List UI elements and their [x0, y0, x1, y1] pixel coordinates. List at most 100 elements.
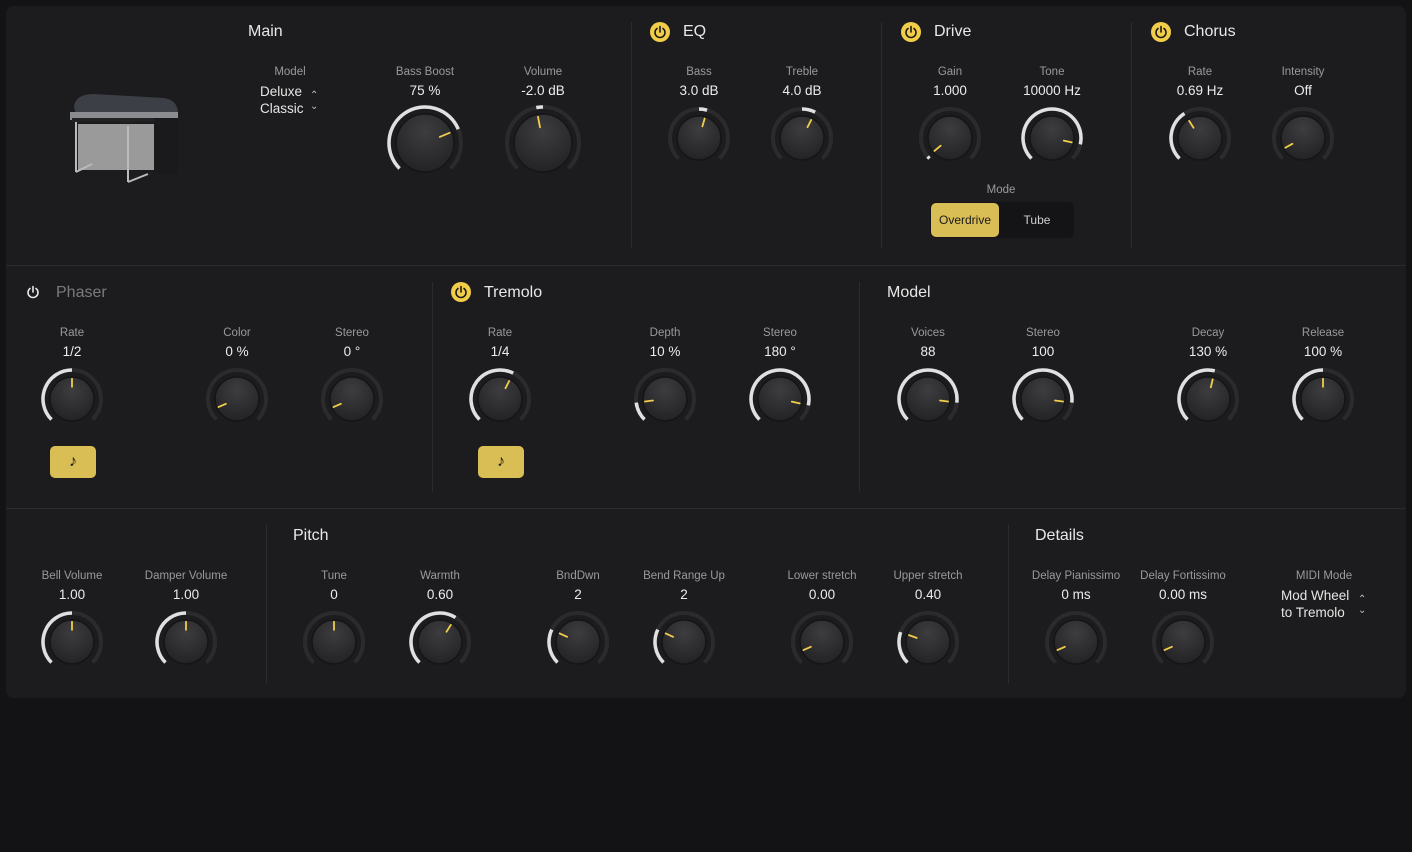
knob-value: 0.69 Hz [1176, 83, 1224, 98]
knob-label: Stereo [763, 327, 797, 339]
knob-body [905, 619, 951, 665]
knob-value: 0 ° [343, 344, 361, 359]
knob-dial[interactable] [1043, 609, 1109, 675]
knob-body [513, 113, 573, 173]
knob-body [477, 376, 523, 422]
knob-label: Lower stretch [787, 570, 857, 582]
knob-value: 10 % [649, 344, 681, 359]
divider [432, 282, 433, 492]
knob-dial[interactable] [1290, 366, 1356, 432]
knob-label: Treble [785, 66, 819, 78]
knob-value: 1/4 [490, 344, 510, 359]
knob-dial[interactable] [319, 366, 385, 432]
divider [6, 508, 1406, 509]
knob-dial[interactable] [917, 105, 983, 171]
eq-power-button[interactable] [650, 22, 670, 42]
knob-body [1020, 376, 1066, 422]
divider [6, 265, 1406, 266]
tremolo-power-button[interactable] [451, 282, 471, 302]
knob-dial[interactable] [1010, 366, 1076, 432]
section-title-chorus: Chorus [1184, 23, 1236, 40]
knob-dial[interactable] [301, 609, 367, 675]
chorus-rate-knob: Rate 0.69 Hz [1140, 66, 1260, 171]
section-title-model: Model [887, 284, 931, 301]
knob-dial[interactable] [204, 366, 270, 432]
knob-dial[interactable] [895, 609, 961, 675]
knob-label: Bass Boost [395, 66, 455, 78]
knob-dial[interactable] [153, 609, 219, 675]
knob-body [779, 115, 825, 161]
eq-treble-knob: Treble 4.0 dB [742, 66, 862, 171]
knob-dial[interactable] [1150, 609, 1216, 675]
knob-dial[interactable] [666, 105, 732, 171]
section-title-tremolo: Tremolo [484, 284, 543, 301]
eq-bass-knob: Bass 3.0 dB [639, 66, 759, 171]
power-icon [905, 25, 917, 39]
up-down-chevron-icon: ⌃ ⌄ [310, 90, 319, 112]
knob-label: Warmth [420, 570, 460, 582]
mode-tube-button[interactable]: Tube [1002, 203, 1072, 237]
section-title-phaser: Phaser [56, 284, 107, 301]
midi-mode-selector[interactable]: MIDI Mode Mod Wheel to Tremolo ⌃ ⌄ [1276, 570, 1376, 621]
knob-value: 180 ° [764, 344, 796, 359]
voices-knob: Voices 88 [868, 327, 988, 432]
knob-dial[interactable] [895, 366, 961, 432]
bell-volume-knob: Bell Volume 1.00 [12, 570, 132, 675]
knob-dial[interactable] [651, 609, 717, 675]
knob-dial[interactable] [407, 609, 473, 675]
tremolo-depth-knob: Depth 10 % [605, 327, 725, 432]
phaser-sync-button[interactable]: ♪ [50, 446, 96, 478]
knob-value: 1.00 [58, 587, 86, 602]
knob-dial[interactable] [747, 366, 813, 432]
knob-dial[interactable] [632, 366, 698, 432]
mode-segmented-control[interactable]: Overdrive Tube [930, 202, 1074, 238]
knob-body [1029, 115, 1075, 161]
knob-dial[interactable] [39, 366, 105, 432]
knob-body [642, 376, 688, 422]
tremolo-sync-button[interactable]: ♪ [478, 446, 524, 478]
knob-value: 0 [330, 587, 338, 602]
knob-dial[interactable] [1270, 105, 1336, 171]
knob-dial[interactable] [769, 105, 835, 171]
knob-dial[interactable] [1167, 105, 1233, 171]
knob-indicator [644, 399, 654, 403]
section-title-drive: Drive [934, 23, 972, 40]
knob-value: 10000 Hz [1023, 83, 1081, 98]
divider [859, 282, 860, 492]
power-icon [654, 25, 666, 39]
knob-dial[interactable] [39, 609, 105, 675]
note-icon: ♪ [69, 453, 77, 470]
chorus-intensity-knob: Intensity Off [1243, 66, 1363, 171]
model-selector[interactable]: Model Deluxe Classic ⌃ ⌄ [254, 66, 344, 117]
knob-dial[interactable] [467, 366, 533, 432]
tremolo-rate-knob: Rate 1/4 [440, 327, 560, 432]
knob-dial[interactable] [503, 103, 583, 183]
drive-power-button[interactable] [901, 22, 921, 42]
bend-up-knob: Bend Range Up 2 [624, 570, 744, 675]
knob-value: 2 [680, 587, 688, 602]
chorus-power-button[interactable] [1151, 22, 1171, 42]
knob-dial[interactable] [1019, 105, 1085, 171]
knob-body [1053, 619, 1099, 665]
power-icon [455, 285, 467, 299]
knob-dial[interactable] [1175, 366, 1241, 432]
knob-label: Stereo [1026, 327, 1060, 339]
knob-label: Bass [686, 66, 712, 78]
knob-label: Tune [321, 570, 347, 582]
knob-body [757, 376, 803, 422]
knob-dial[interactable] [789, 609, 855, 675]
section-title-main: Main [248, 23, 283, 40]
knob-value: 3.0 dB [679, 83, 719, 98]
mode-overdrive-button[interactable]: Overdrive [931, 203, 999, 237]
delay-fortissimo-knob: Delay Fortissimo 0.00 ms [1123, 570, 1243, 675]
knob-label: Rate [59, 327, 85, 339]
knob-dial[interactable] [545, 609, 611, 675]
knob-value: 0 % [225, 344, 249, 359]
phaser-power-button[interactable] [23, 282, 43, 302]
knob-label: Bend Range Up [643, 570, 725, 582]
tune-knob: Tune 0 [274, 570, 394, 675]
knob-dial[interactable] [385, 103, 465, 183]
knob-body [417, 619, 463, 665]
drive-tone-knob: Tone 10000 Hz [992, 66, 1112, 171]
divider [631, 22, 632, 248]
